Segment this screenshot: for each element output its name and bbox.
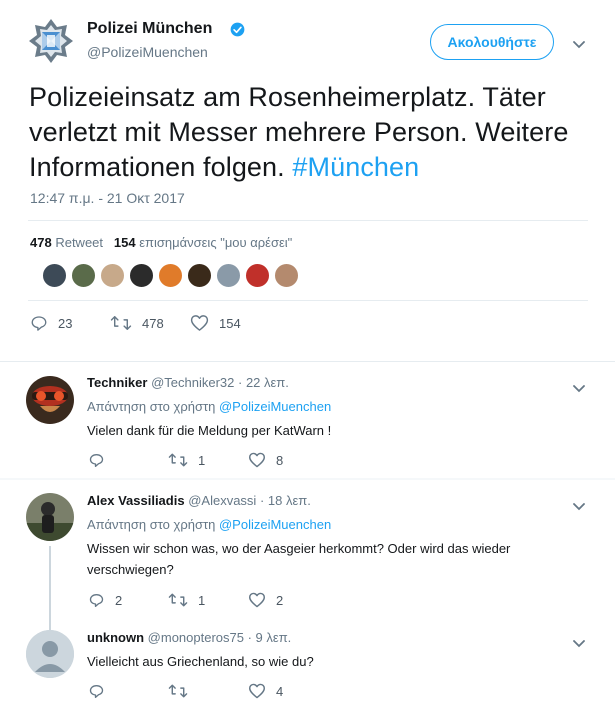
reply-to-handle-link[interactable]: @PolizeiMuenchen [219, 517, 331, 532]
reply-header: unknown @monopteros75 · 9 λεπ. [87, 630, 291, 645]
main-tweet: Polizei München @PolizeiMuenchen Ακολουθ… [0, 0, 615, 361]
police-logo-avatar[interactable] [27, 17, 75, 65]
heart-icon [249, 592, 265, 608]
reply-text: Wissen wir schon was, wo der Aasgeier he… [87, 541, 511, 577]
reply-item[interactable]: Techniker @Techniker32 · 22 λεπ. Απάντησ… [0, 362, 615, 478]
retweet-action[interactable]: 478 [110, 314, 164, 332]
verified-badge-icon [230, 22, 245, 42]
reply-header: Techniker @Techniker32 · 22 λεπ. [87, 375, 289, 390]
retweet-icon [168, 684, 188, 698]
thread-connector [49, 546, 51, 638]
reply-author-handle[interactable]: @monopteros75 [148, 630, 244, 645]
divider [28, 220, 588, 221]
liker-avatar[interactable] [71, 263, 96, 288]
heart-icon [249, 452, 265, 468]
hashtag-link[interactable]: #München [292, 152, 419, 182]
author-handle[interactable]: @PolizeiMuenchen [87, 44, 208, 60]
reply-action[interactable]: 2 [88, 592, 122, 608]
follow-button[interactable]: Ακολουθήστε [430, 24, 554, 60]
divider [28, 300, 588, 301]
like-action[interactable]: 154 [190, 314, 241, 332]
reply-thread: Alex Vassiliadis @Alexvassi · 18 λεπ. Απ… [0, 480, 615, 711]
like-count: 2 [276, 592, 284, 608]
reply-to: Απάντηση στο χρήστη @PolizeiMuenchen [87, 517, 331, 532]
replies-section: Techniker @Techniker32 · 22 λεπ. Απάντησ… [0, 361, 615, 711]
avatar[interactable] [26, 493, 74, 541]
retweet-icon [168, 593, 188, 607]
avatar[interactable] [26, 376, 74, 424]
like-action[interactable]: 4 [248, 683, 283, 699]
like-action[interactable]: 2 [248, 592, 283, 608]
reply-author-name[interactable]: Techniker [87, 375, 147, 390]
tweet-text: Polizeieinsatz am Rosenheimerplatz. Täte… [29, 80, 589, 185]
reply-count: 23 [58, 315, 73, 331]
default-avatar[interactable] [26, 630, 74, 678]
liker-avatar[interactable] [129, 263, 154, 288]
like-count: 4 [276, 683, 284, 699]
reply-author-name[interactable]: unknown [87, 630, 144, 645]
like-count: 8 [276, 452, 284, 468]
author-name[interactable]: Polizei München [87, 20, 212, 38]
liker-avatar[interactable] [216, 263, 241, 288]
reply-count: 2 [115, 592, 123, 608]
liker-avatar[interactable] [100, 263, 125, 288]
retweet-icon [168, 453, 188, 467]
retweet-action[interactable]: 1 [168, 592, 205, 608]
reply-icon [31, 316, 47, 331]
reply-to-label: Απάντηση στο χρήστη [87, 517, 216, 532]
reply-text: Vielen dank für die Meldung per KatWarn … [87, 423, 332, 438]
like-count: 154 [219, 315, 241, 331]
reply-author-handle[interactable]: @Alexvassi [188, 493, 256, 508]
liker-avatar[interactable] [245, 263, 270, 288]
chevron-down-icon[interactable] [573, 635, 585, 653]
retweet-icon [110, 316, 132, 330]
likes-stat[interactable]: 154 επισημάνσεις "μου αρέσει" [114, 235, 292, 250]
like-action[interactable]: 8 [248, 452, 283, 468]
reply-time[interactable]: · 18 λεπ. [260, 493, 311, 508]
reply-text: Vielleicht aus Griechenland, so wie du? [87, 654, 314, 669]
retweet-action[interactable]: 1 [168, 452, 205, 468]
liker-avatar[interactable] [42, 263, 67, 288]
heart-icon [190, 315, 209, 331]
retweet-count: 478 [142, 315, 164, 331]
reply-to-label: Απάντηση στο χρήστη [87, 399, 216, 414]
reply-action[interactable]: 23 [30, 314, 72, 332]
reply-header: Alex Vassiliadis @Alexvassi · 18 λεπ. [87, 493, 311, 508]
tweet-timestamp[interactable]: 12:47 π.μ. - 21 Οκτ 2017 [30, 190, 185, 206]
retweet-action[interactable] [168, 683, 198, 699]
reply-to: Απάντηση στο χρήστη @PolizeiMuenchen [87, 399, 331, 414]
retweet-stat[interactable]: 478 Retweet [30, 235, 103, 250]
chevron-down-icon[interactable] [573, 36, 585, 54]
liker-avatar[interactable] [274, 263, 299, 288]
chevron-down-icon[interactable] [573, 380, 585, 398]
chevron-down-icon[interactable] [573, 498, 585, 516]
heart-icon [249, 683, 265, 699]
reply-icon [89, 685, 104, 698]
retweet-count: 1 [198, 452, 206, 468]
retweet-count: 1 [198, 592, 206, 608]
reply-author-name[interactable]: Alex Vassiliadis [87, 493, 185, 508]
engagement-stats: 478 Retweet 154 επισημάνσεις "μου αρέσει… [30, 235, 292, 250]
liker-avatar[interactable] [158, 263, 183, 288]
reply-time[interactable]: · 22 λεπ. [238, 375, 289, 390]
reply-author-handle[interactable]: @Techniker32 [151, 375, 234, 390]
reply-icon [89, 594, 104, 607]
reply-action[interactable] [88, 683, 115, 699]
reply-to-handle-link[interactable]: @PolizeiMuenchen [219, 399, 331, 414]
reply-action[interactable] [88, 452, 115, 468]
likers-avatars [42, 263, 299, 289]
liker-avatar[interactable] [187, 263, 212, 288]
reply-icon [89, 454, 104, 467]
reply-time[interactable]: · 9 λεπ. [248, 630, 292, 645]
